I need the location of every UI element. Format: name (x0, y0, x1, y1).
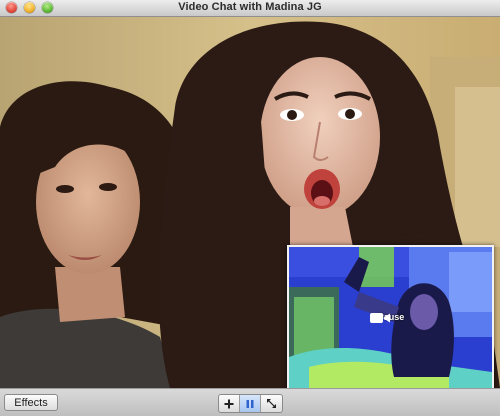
effects-button[interactable]: Effects (4, 394, 58, 411)
pause-button[interactable] (240, 395, 261, 412)
pause-overlay[interactable]: Pause (369, 311, 413, 323)
bottom-toolbar: Effects (0, 388, 500, 416)
add-participant-button[interactable] (219, 395, 240, 412)
fullscreen-button[interactable] (261, 395, 282, 412)
window-title: Video Chat with Madina JG (178, 1, 322, 13)
self-preview[interactable]: Pause (287, 245, 494, 388)
title-bar: Video Chat with Madina JG (0, 0, 500, 17)
pause-icon (246, 399, 254, 408)
plus-icon (224, 399, 234, 408)
call-controls (218, 394, 283, 413)
remote-video-feed: Pause (0, 17, 500, 388)
video-chat-window: Video Chat with Madina JG Pause Effects (0, 0, 500, 416)
video-camera-icon (370, 313, 390, 323)
expand-icon (267, 399, 276, 408)
